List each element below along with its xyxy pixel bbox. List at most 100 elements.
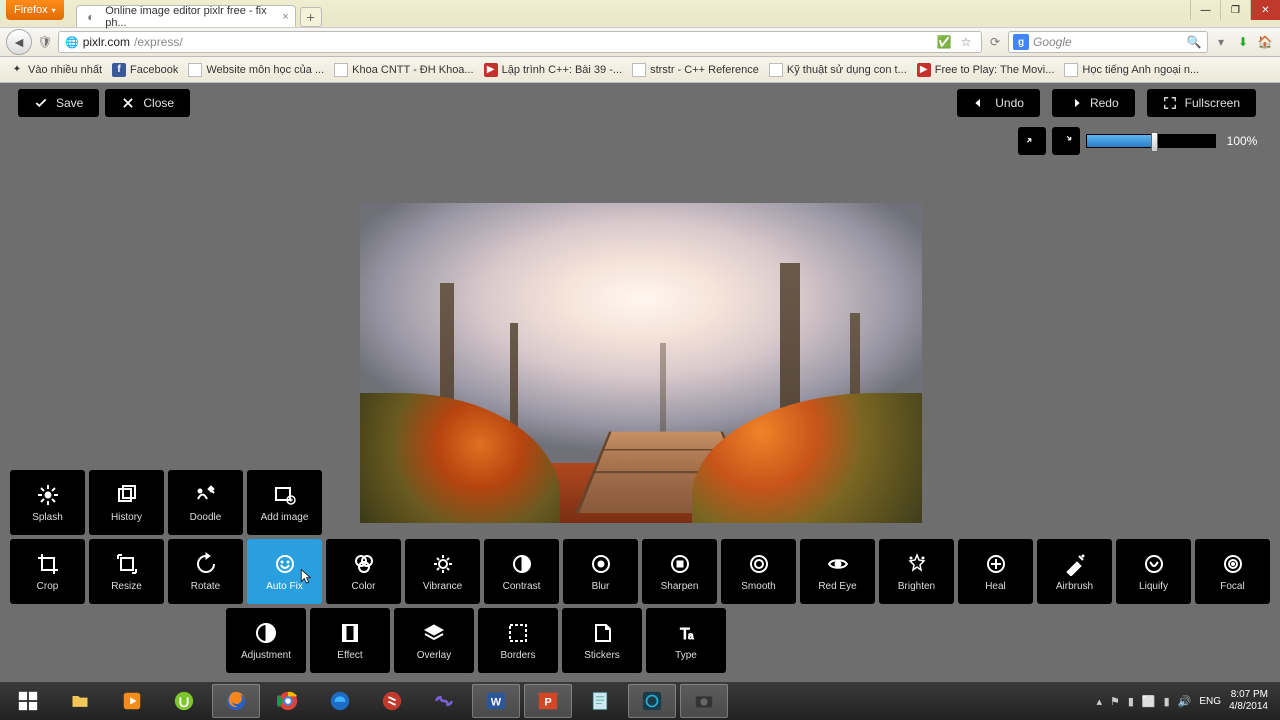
bookmark-item[interactable]: ✦Vào nhiều nhất [6, 61, 106, 79]
taskbar-word[interactable]: W [472, 684, 520, 718]
taskbar-utorrent[interactable] [160, 684, 208, 718]
maximize-button[interactable]: ❐ [1220, 0, 1250, 20]
taskbar-camtasia[interactable] [628, 684, 676, 718]
tool-liquify[interactable]: Liquify [1116, 539, 1191, 604]
bookmark-star-icon[interactable]: ☆ [957, 33, 975, 51]
search-icon[interactable]: 🔍 [1185, 33, 1203, 51]
tray-clock[interactable]: 8:07 PM 4/8/2014 [1229, 689, 1268, 713]
home-button[interactable]: 🏠 [1256, 33, 1274, 51]
taskbar-app1[interactable] [368, 684, 416, 718]
tool-splash[interactable]: Splash [10, 470, 85, 535]
back-button[interactable]: ◄ [6, 29, 32, 55]
tray-volume-icon[interactable]: 🔊 [1178, 695, 1192, 708]
sharpen-icon [667, 551, 693, 577]
tray-flag-icon[interactable]: ⚑ [1110, 695, 1120, 708]
tool-rotate[interactable]: Rotate [168, 539, 243, 604]
taskbar-camera[interactable] [680, 684, 728, 718]
bookmark-label: Học tiếng Anh ngoại n... [1082, 64, 1199, 76]
window-close-button[interactable]: ✕ [1250, 0, 1280, 20]
bookmark-item[interactable]: Kỹ thuật sử dụng con t... [765, 61, 911, 79]
browser-tab[interactable]: ◐ Online image editor pixlr free - fix p… [76, 5, 296, 27]
reload-button[interactable]: ⟳ [986, 33, 1004, 51]
undo-button[interactable]: Undo [957, 89, 1040, 117]
taskbar-app2[interactable] [420, 684, 468, 718]
tray-chevron-icon[interactable]: ▴ [1096, 695, 1102, 708]
tool-label: Contrast [503, 581, 541, 592]
undo-label: Undo [995, 96, 1024, 110]
redo-button[interactable]: Redo [1052, 89, 1135, 117]
tool-adjustment[interactable]: Adjustment [226, 608, 306, 673]
new-tab-button[interactable]: + [300, 7, 322, 27]
download-icon[interactable]: ⬇ [1234, 33, 1252, 51]
tool-auto-fix[interactable]: Auto Fix [247, 539, 322, 604]
search-input[interactable]: g Google 🔍 [1008, 31, 1208, 53]
tool-red-eye[interactable]: Red Eye [800, 539, 875, 604]
bookmark-item[interactable]: Học tiếng Anh ngoại n... [1060, 61, 1203, 79]
tool-effect[interactable]: Effect [310, 608, 390, 673]
tool-doodle[interactable]: Doodle [168, 470, 243, 535]
bookmark-item[interactable]: ▶Free to Play: The Movi... [913, 61, 1059, 79]
tool-stickers[interactable]: Stickers [562, 608, 642, 673]
taskbar-firefox[interactable] [212, 684, 260, 718]
start-button[interactable] [4, 684, 52, 718]
tool-overlay[interactable]: Overlay [394, 608, 474, 673]
tool-sharpen[interactable]: Sharpen [642, 539, 717, 604]
save-button[interactable]: Save [18, 89, 99, 117]
tool-label: Overlay [417, 650, 451, 661]
tray-language[interactable]: ENG [1199, 696, 1221, 707]
tray-wifi-icon[interactable]: ▮ [1164, 695, 1170, 708]
crop-icon [35, 551, 61, 577]
tool-smooth[interactable]: Smooth [721, 539, 796, 604]
taskbar-notepad[interactable] [576, 684, 624, 718]
addon-dropdown-icon[interactable]: ▾ [1212, 33, 1230, 51]
tool-heal[interactable]: Heal [958, 539, 1033, 604]
tool-row-adjustments: CropResizeRotateAuto FixColorVibrance Con… [10, 539, 1270, 604]
tool-label: Adjustment [241, 650, 291, 661]
tool-add-image[interactable]: Add image [247, 470, 322, 535]
image-canvas[interactable] [360, 203, 922, 523]
tool-vibrance[interactable]: Vibrance [405, 539, 480, 604]
taskbar-chrome[interactable] [264, 684, 312, 718]
tool-label: Splash [32, 512, 63, 523]
bookmark-item[interactable]: strstr - C++ Reference [628, 61, 763, 79]
tool-brighten[interactable]: Brighten [879, 539, 954, 604]
tool-borders[interactable]: Borders [478, 608, 558, 673]
tool-contrast[interactable]: Contrast [484, 539, 559, 604]
bookmark-item[interactable]: Website môn học của ... [184, 61, 328, 79]
firefox-menu-button[interactable]: Firefox [6, 0, 64, 20]
bookmark-item[interactable]: ▶Lập trình C++: Bài 39 -... [480, 61, 626, 79]
tool-airbrush[interactable]: Airbrush [1037, 539, 1112, 604]
tool-crop[interactable]: Crop [10, 539, 85, 604]
minimize-button[interactable]: — [1190, 0, 1220, 20]
tool-history[interactable]: History [89, 470, 164, 535]
bookmark-item[interactable]: fFacebook [108, 61, 182, 79]
heal-icon [983, 551, 1009, 577]
tray-network-icon[interactable]: ⬜ [1142, 695, 1156, 708]
svg-text:P: P [544, 697, 551, 709]
tray-battery-icon[interactable]: ▮ [1128, 695, 1134, 708]
close-label: Close [143, 96, 174, 110]
url-input[interactable]: 🌐 pixlr.com/express/ ✅ ☆ [58, 31, 982, 53]
app-top-toolbar: Save Close Undo Redo Fullscreen [0, 89, 1280, 117]
fit-screen-button[interactable] [1018, 127, 1046, 155]
actual-size-button[interactable] [1052, 127, 1080, 155]
tray-time: 8:07 PM [1229, 689, 1268, 701]
tool-focal[interactable]: Focal [1195, 539, 1270, 604]
bookmark-item[interactable]: Khoa CNTT - ĐH Khoa... [330, 61, 477, 79]
taskbar-powerpoint[interactable]: P [524, 684, 572, 718]
taskbar-explorer[interactable] [56, 684, 104, 718]
taskbar-ie[interactable] [316, 684, 364, 718]
tab-strip: ◐ Online image editor pixlr free - fix p… [76, 0, 322, 27]
tab-close-icon[interactable]: × [282, 11, 288, 23]
fullscreen-button[interactable]: Fullscreen [1147, 89, 1256, 117]
zoom-slider-fill [1087, 135, 1151, 147]
tool-blur[interactable]: Blur [563, 539, 638, 604]
zoom-controls: 100% [1018, 127, 1262, 155]
tool-color[interactable]: Color [326, 539, 401, 604]
tool-type[interactable]: TaType [646, 608, 726, 673]
zoom-slider-thumb[interactable] [1151, 132, 1158, 152]
zoom-slider[interactable] [1086, 134, 1216, 148]
close-button[interactable]: Close [105, 89, 190, 117]
tool-resize[interactable]: Resize [89, 539, 164, 604]
taskbar-media[interactable] [108, 684, 156, 718]
